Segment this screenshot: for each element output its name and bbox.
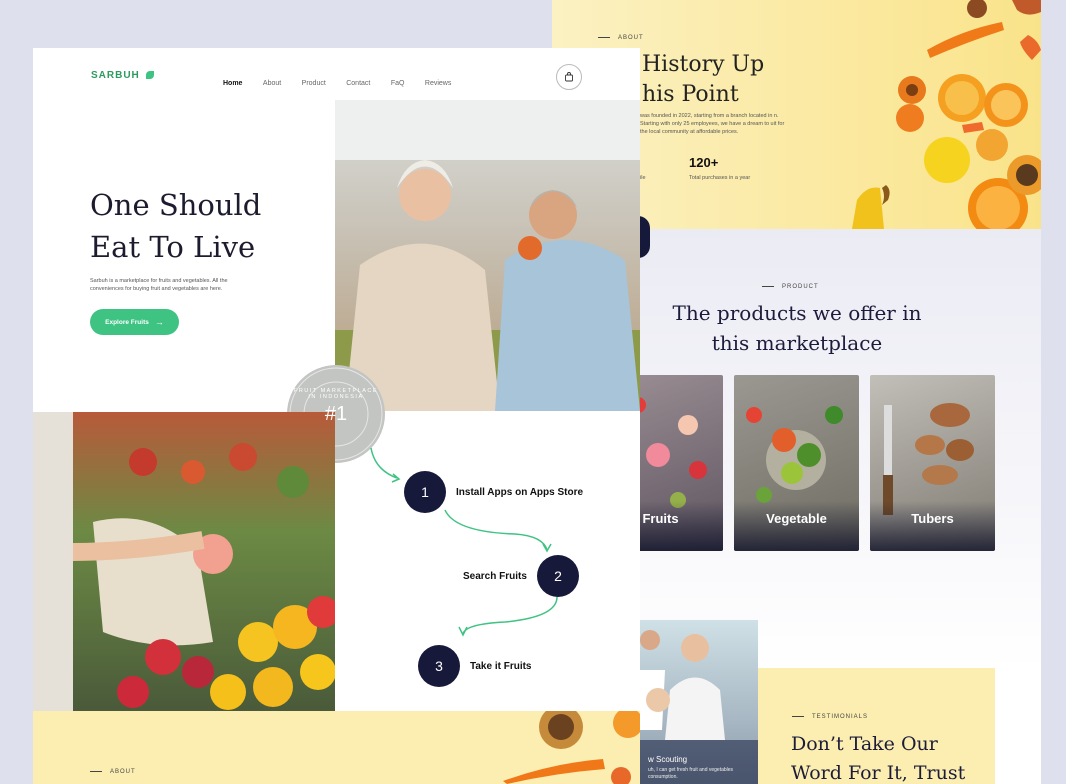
testimonial-label: TESTIMONIALS (792, 714, 868, 720)
nav-product[interactable]: Product (302, 80, 326, 87)
nav-home[interactable]: Home (223, 80, 242, 87)
arrow-right-icon: → (154, 317, 164, 327)
badge-number: #1 (324, 402, 348, 425)
testimonial-photo: w Scouting uh, I can get fresh fruit and… (640, 620, 758, 784)
front-about-fruit-illustration (503, 711, 640, 784)
nav-faq[interactable]: FaQ (391, 80, 405, 87)
back-about-label: ABOUT (598, 35, 644, 41)
leaf-icon (145, 71, 154, 80)
nav-contact[interactable]: Contact (346, 80, 370, 87)
navbar: SARBUH Home About Product Contact FaQ Re… (33, 48, 640, 100)
step-1-circle: 1 (404, 471, 446, 513)
shopping-bag-icon (565, 72, 573, 82)
shopping-image (33, 412, 335, 711)
back-about-stat-value: 120+ (689, 155, 719, 170)
step-3-label: Take it Fruits (470, 661, 532, 672)
product-card-vegetable[interactable]: Vegetable (734, 375, 859, 551)
nav-reviews[interactable]: Reviews (425, 80, 451, 87)
brand-logo[interactable]: SARBUH (91, 70, 154, 81)
nav-about[interactable]: About (263, 80, 281, 87)
testimonial-photo-title: w Scouting (648, 755, 688, 764)
cart-button[interactable] (556, 64, 582, 90)
back-about-heading: History Up his Point (642, 52, 765, 107)
badge-ring-text: FRUIT MARKETPLACE IN INDONESIA (293, 388, 379, 400)
hero-description: Sarbuh is a marketplace for fruits and v… (90, 278, 228, 292)
testimonial-card: TESTIMONIALS Don’t Take Our Word For It,… (758, 668, 995, 784)
front-about-label: ABOUT (90, 769, 136, 775)
testimonial-photo-body: uh, I can get fresh fruit and vegetables… (648, 767, 734, 780)
back-about-body: was founded in 2022, starting from a bra… (640, 113, 785, 135)
shopping-photo (33, 412, 335, 711)
step-2-label: Search Fruits (463, 571, 527, 582)
front-about-strip: ABOUT (33, 711, 640, 784)
back-about-stat-caption: Total purchases in a year (689, 175, 751, 181)
back-product-heading: The products we offer in this marketplac… (672, 301, 922, 355)
hero-title: One Should Eat To Live (90, 188, 262, 264)
product-card-label: Tubers (870, 501, 995, 551)
explore-fruits-button[interactable]: Explore Fruits → (90, 309, 179, 335)
step-1-label: Install Apps on Apps Store (456, 487, 584, 498)
step-2-circle: 2 (537, 555, 579, 597)
product-card-label: Vegetable (734, 501, 859, 551)
testimonial-heading: Don’t Take Our Word For It, Trust (791, 733, 966, 784)
explore-fruits-label: Explore Fruits (105, 318, 149, 326)
product-card-tubers[interactable]: Tubers (870, 375, 995, 551)
back-about-stat-left-caption: ile (640, 175, 646, 181)
nav-links: Home About Product Contact FaQ Reviews (223, 72, 467, 90)
back-product-label: PRODUCT (762, 284, 819, 290)
step-3-circle: 3 (418, 645, 460, 687)
fruit-illustration (852, 0, 1041, 229)
home-page-preview: SARBUH Home About Product Contact FaQ Re… (33, 48, 640, 784)
